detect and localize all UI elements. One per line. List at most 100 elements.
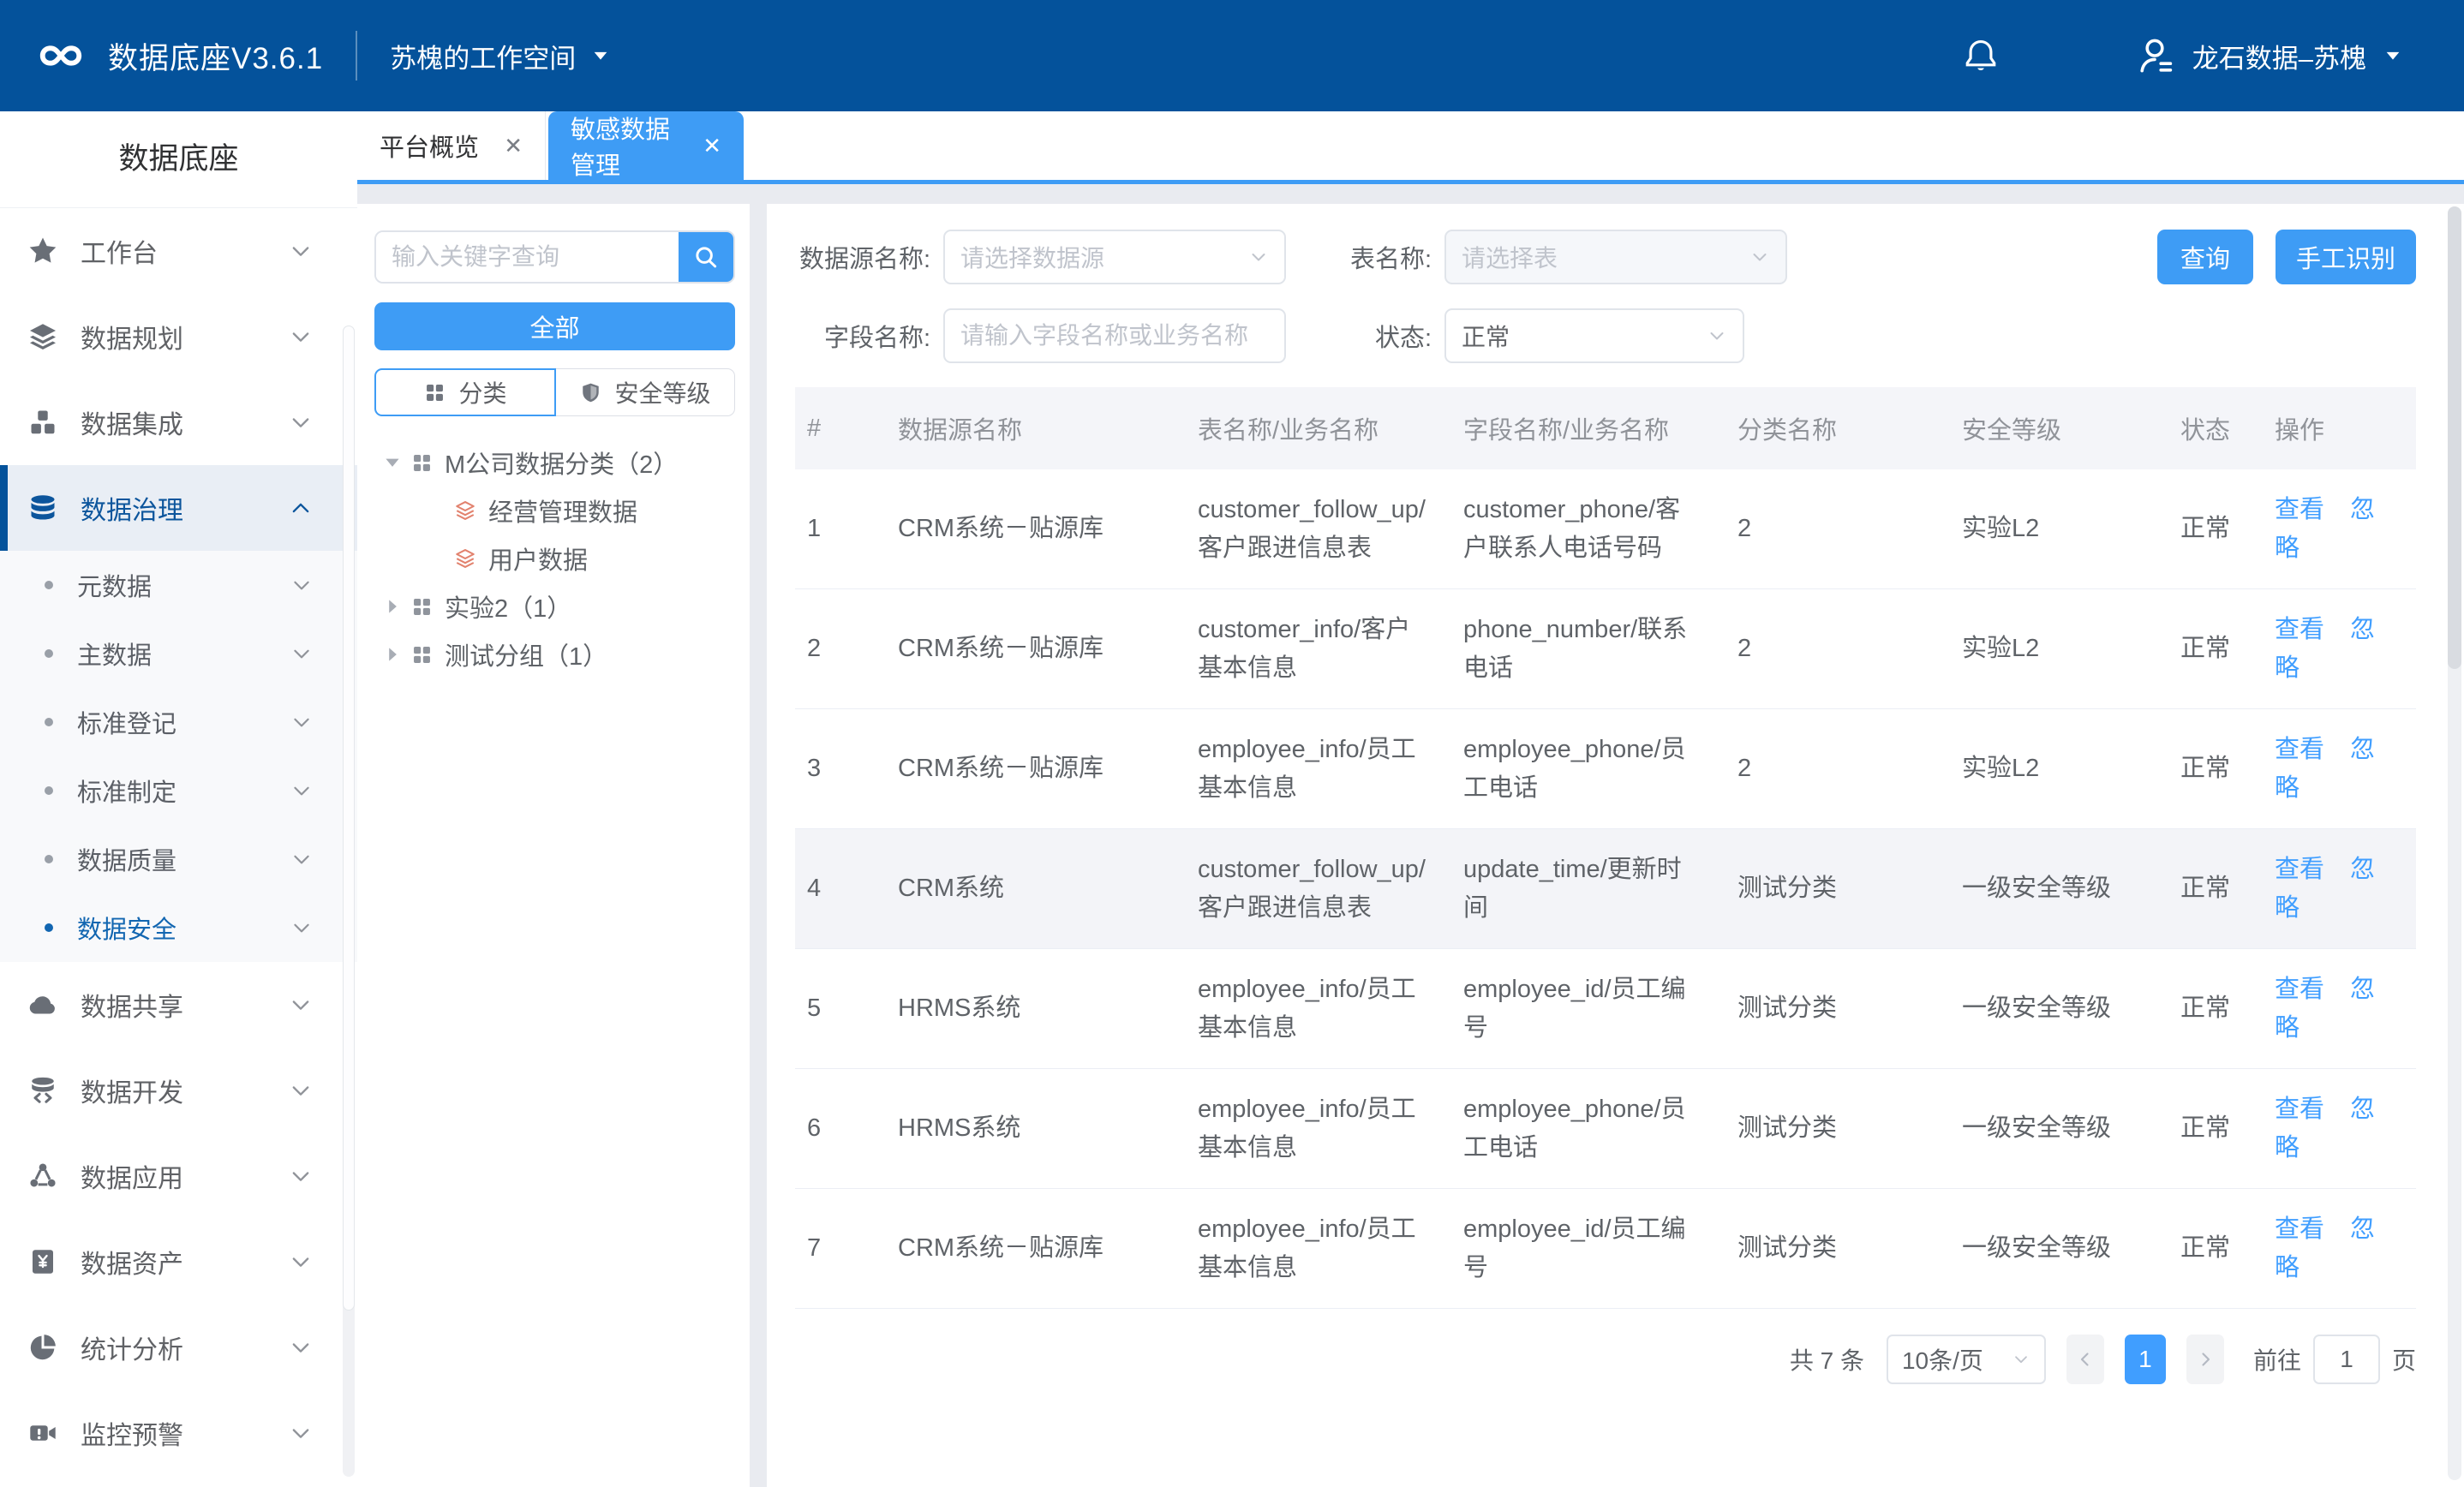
grid-icon	[410, 451, 434, 475]
cell-status: 正常	[2163, 589, 2258, 709]
sidebar-subitem-label: 主数据	[77, 636, 152, 672]
tree-node-label: 实验2（1）	[445, 588, 571, 624]
goto-page-input[interactable]	[2313, 1335, 2380, 1384]
datasource-label: 数据源名称:	[795, 239, 930, 275]
status-select[interactable]: 正常	[1444, 308, 1744, 363]
tab-0[interactable]: 平台概览✕	[357, 111, 546, 180]
sidebar-item-label: 数据资产	[81, 1243, 183, 1281]
notification-bell-icon[interactable]	[1963, 38, 1999, 74]
chevron-down-icon	[289, 1250, 313, 1274]
search-button[interactable]	[679, 232, 733, 282]
manual-identify-button[interactable]: 手工识别	[2276, 230, 2416, 284]
monitor-icon	[27, 1418, 58, 1448]
status-label: 状态:	[1320, 318, 1432, 354]
tree-leaf-0-1[interactable]: 用户数据	[374, 534, 735, 582]
layers-icon	[454, 547, 477, 570]
main-scrollbar-thumb[interactable]	[2448, 206, 2461, 669]
column-header-2: 表名称/业务名称	[1181, 387, 1446, 469]
tab-1[interactable]: 敏感数据管理✕	[548, 111, 744, 180]
caret-right-icon[interactable]	[381, 595, 404, 618]
sidebar-item-1[interactable]: 数据规划	[0, 294, 357, 379]
table-row: 2CRM系统－贴源库customer_info/客户基本信息phone_numb…	[795, 589, 2416, 709]
cell-table: customer_follow_up/客户跟进信息表	[1181, 829, 1446, 949]
layers-icon	[454, 499, 477, 523]
keyword-search-input[interactable]	[376, 232, 679, 282]
toggle-security-level-button[interactable]: 安全等级	[556, 368, 735, 416]
sidebar-item-3[interactable]: 数据治理	[0, 465, 357, 551]
all-button[interactable]: 全部	[374, 302, 735, 350]
sidebar-subitem-label: 数据安全	[77, 910, 176, 946]
tree-node-0[interactable]: M公司数据分类（2）	[374, 439, 735, 487]
sidebar-item-4[interactable]: 数据共享	[0, 962, 357, 1048]
user-menu[interactable]: 龙石数据–苏槐	[2136, 35, 2402, 76]
status-value: 正常	[1462, 319, 1510, 353]
field-name-input[interactable]	[943, 308, 1286, 363]
table-row: 3CRM系统－贴源库employee_info/员工基本信息employee_p…	[795, 709, 2416, 829]
cell-table: employee_info/员工基本信息	[1181, 1069, 1446, 1189]
caret-down-icon[interactable]	[381, 451, 404, 474]
classification-panel: 全部 分类 安全等级 M公司数据分类（2）经营管	[357, 204, 750, 1487]
tree-node-2[interactable]: 测试分组（1）	[374, 630, 735, 678]
datasource-placeholder: 请选择数据源	[960, 240, 1104, 274]
sidebar-subitem-3-5[interactable]: 数据安全	[0, 893, 357, 962]
datasource-select[interactable]: 请选择数据源	[943, 230, 1286, 284]
database-icon	[27, 493, 58, 523]
view-link[interactable]: 查看	[2275, 616, 2324, 643]
cell-level: 一级安全等级	[1945, 1189, 2163, 1309]
page-size-select[interactable]: 10条/页	[1887, 1335, 2046, 1384]
cloud-icon	[27, 989, 58, 1020]
current-page-button[interactable]: 1	[2125, 1335, 2166, 1384]
cell-table: employee_info/员工基本信息	[1181, 709, 1446, 829]
cell-table: customer_info/客户基本信息	[1181, 589, 1446, 709]
close-icon[interactable]: ✕	[504, 133, 523, 159]
toggle-category-button[interactable]: 分类	[374, 368, 556, 416]
sidebar-item-9[interactable]: 监控预警	[0, 1390, 357, 1476]
content-area: 平台概览✕敏感数据管理✕ 全部	[357, 111, 2464, 1487]
prev-page-button[interactable]	[2066, 1335, 2104, 1384]
view-link[interactable]: 查看	[2275, 496, 2324, 523]
query-button[interactable]: 查询	[2157, 230, 2253, 284]
sidebar-item-label: 数据应用	[81, 1157, 183, 1195]
header-divider	[356, 31, 357, 81]
cell-actions: 查看忽略	[2258, 1069, 2416, 1189]
chevron-down-icon	[1707, 325, 1727, 346]
view-link[interactable]: 查看	[2275, 976, 2324, 1003]
field-name-label: 字段名称:	[795, 318, 930, 354]
table-name-select: 请选择表	[1444, 230, 1787, 284]
cell-source: CRM系统－贴源库	[881, 1189, 1181, 1309]
cell-field: update_time/更新时间	[1446, 829, 1720, 949]
sidebar-subitem-3-4[interactable]: 数据质量	[0, 825, 357, 893]
sidebar-scrollbar-thumb[interactable]	[343, 325, 355, 1311]
next-page-button[interactable]	[2186, 1335, 2224, 1384]
layers-icon	[27, 321, 58, 352]
sidebar-subitem-3-2[interactable]: 标准登记	[0, 688, 357, 756]
sidebar-subitem-3-0[interactable]: 元数据	[0, 551, 357, 619]
view-link[interactable]: 查看	[2275, 856, 2324, 883]
sidebar-item-2[interactable]: 数据集成	[0, 379, 357, 465]
sidebar-item-5[interactable]: 数据开发	[0, 1048, 357, 1133]
sidebar-item-6[interactable]: 数据应用	[0, 1133, 357, 1219]
chevron-down-icon	[289, 1164, 313, 1188]
view-link[interactable]: 查看	[2275, 736, 2324, 763]
cell-source: CRM系统－贴源库	[881, 589, 1181, 709]
chevron-down-icon	[290, 574, 313, 596]
table-row: 5HRMS系统employee_info/员工基本信息employee_id/员…	[795, 949, 2416, 1069]
caret-right-icon[interactable]	[381, 643, 404, 666]
close-icon[interactable]: ✕	[703, 133, 721, 159]
view-link[interactable]: 查看	[2275, 1096, 2324, 1123]
table-row: 1CRM系统－贴源库customer_follow_up/客户跟进信息表cust…	[795, 469, 2416, 589]
sidebar-item-0[interactable]: 工作台	[0, 208, 357, 294]
view-link[interactable]: 查看	[2275, 1215, 2324, 1243]
tree-node-1[interactable]: 实验2（1）	[374, 582, 735, 630]
grid-icon	[423, 381, 446, 404]
sidebar-item-7[interactable]: 数据资产	[0, 1219, 357, 1305]
shield-icon	[579, 381, 602, 404]
cell-category: 测试分类	[1720, 1189, 1945, 1309]
sidebar-item-8[interactable]: 统计分析	[0, 1305, 357, 1390]
cell-status: 正常	[2163, 469, 2258, 589]
sidebar-subitem-3-3[interactable]: 标准制定	[0, 756, 357, 825]
tree-leaf-0-0[interactable]: 经营管理数据	[374, 487, 735, 534]
workspace-selector[interactable]: 苏槐的工作空间	[390, 37, 610, 75]
sidebar-subitem-3-1[interactable]: 主数据	[0, 619, 357, 688]
main-panel: 数据源名称: 请选择数据源 表名称: 请选择表	[767, 204, 2464, 1487]
